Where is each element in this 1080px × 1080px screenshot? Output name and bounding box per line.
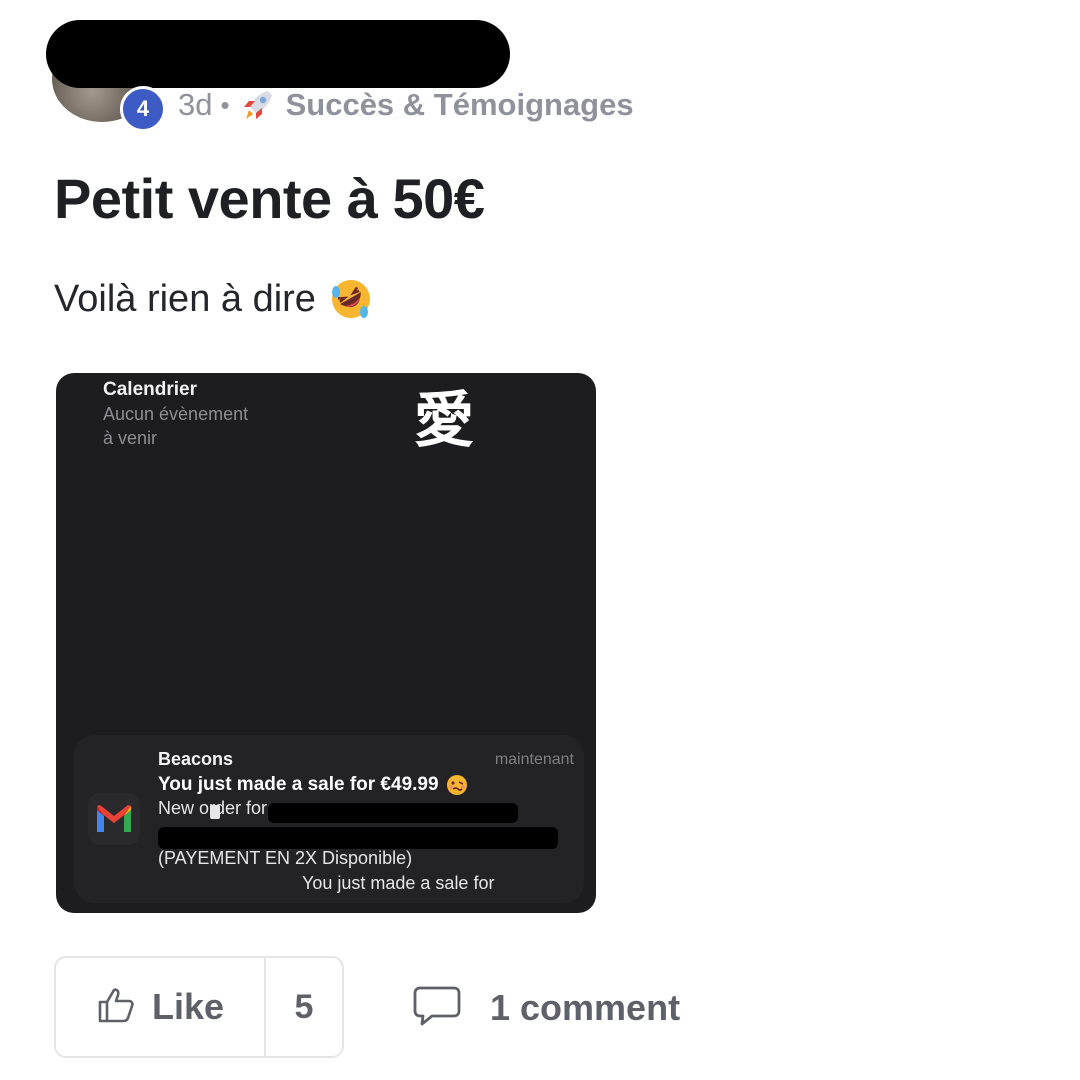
redacted-author-name xyxy=(46,20,510,88)
notification-line-4: You just made a sale for xyxy=(302,873,495,893)
redaction-scribble xyxy=(210,805,220,819)
notification-app-name: Beacons xyxy=(158,749,234,769)
comment-bubble-icon xyxy=(412,984,462,1033)
comment-button[interactable]: 1 comment xyxy=(412,980,680,1036)
post-time: 3d xyxy=(178,87,213,122)
rolling-on-floor-laughing-icon xyxy=(328,276,374,322)
post-title: Petit vente à 50€ xyxy=(54,167,485,230)
redaction-scribble xyxy=(158,827,558,849)
rocket-icon xyxy=(238,85,278,125)
notification-time: maintenant xyxy=(494,751,574,768)
like-button[interactable]: Like xyxy=(56,958,266,1056)
woozy-face-icon xyxy=(445,773,469,797)
like-group: Like 5 xyxy=(54,956,344,1058)
thumbs-up-icon xyxy=(96,985,136,1030)
calendar-widget-line2: à venir xyxy=(103,428,158,448)
author-level-badge: 4 xyxy=(120,86,166,132)
meta-separator: • xyxy=(220,89,230,120)
post-card: 4 3d • Succès & Témoignages Petit vente … xyxy=(0,0,1080,1080)
post-meta: 3d • Succès & Témoignages xyxy=(178,84,634,126)
gmail-icon xyxy=(88,793,140,845)
like-count[interactable]: 5 xyxy=(266,958,342,1056)
notification-line-3: (PAYEMENT EN 2X Disponible) xyxy=(158,848,413,868)
notification-headline-text: You just made a sale for €49.99 xyxy=(158,774,439,795)
like-label: Like xyxy=(151,986,225,1027)
post-image[interactable]: Calendrier Aucun évènement à venir 愛 Bea… xyxy=(56,373,596,913)
wallpaper-glyph: 愛 xyxy=(414,386,474,456)
post-body-text: Voilà rien à dire xyxy=(54,277,316,320)
calendar-widget-line1: Aucun évènement xyxy=(103,404,249,424)
calendar-widget: Calendrier Aucun évènement à venir xyxy=(103,378,303,450)
post-category-link[interactable]: Succès & Témoignages xyxy=(286,87,634,123)
calendar-widget-title: Calendrier xyxy=(103,379,197,400)
notification-headline: You just made a sale for €49.99 xyxy=(158,773,469,797)
comment-count-label: 1 comment xyxy=(490,987,681,1028)
redaction-scribble xyxy=(268,803,518,823)
sale-notification: Beacons maintenant You just made a sale … xyxy=(74,735,584,903)
post-body: Voilà rien à dire xyxy=(54,276,374,322)
